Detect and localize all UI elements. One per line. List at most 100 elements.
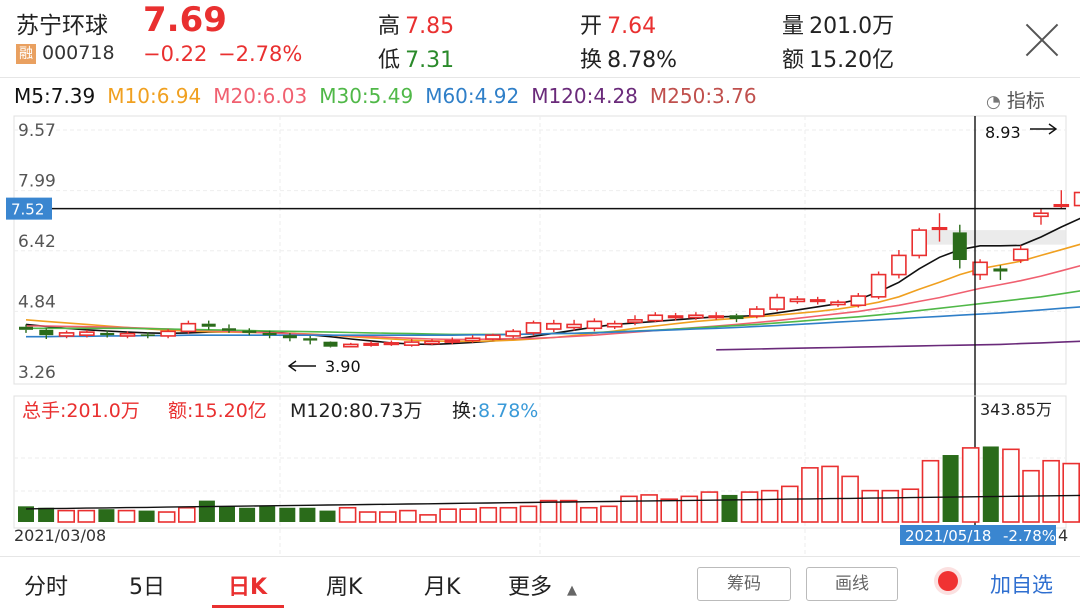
candle-up <box>79 331 95 336</box>
candle-up <box>464 337 481 342</box>
candle-down <box>201 323 216 327</box>
volume-bar-up <box>861 489 880 523</box>
volume-bar-up <box>479 506 498 523</box>
candle-down <box>19 326 33 330</box>
candle-up <box>180 322 197 333</box>
volume-bar-up <box>178 506 196 523</box>
volume-bar-up <box>77 509 96 523</box>
kline-chart[interactable]: 9.57 7.99 6.42 4.84 3.26 7.52 8.93 3.90 总手:201.0… <box>0 0 1080 556</box>
volume-bar-up <box>821 465 839 523</box>
volume-bar-down <box>98 509 115 522</box>
volume-bar-down <box>982 446 999 522</box>
vol-turnover-prefix: 换: <box>452 400 477 422</box>
candle-up <box>545 322 562 330</box>
volume-bar-up <box>700 491 719 523</box>
add-favorite-button[interactable]: 加自选 <box>930 557 1080 609</box>
volume-bar-down <box>279 507 296 522</box>
candle-up <box>403 341 420 346</box>
chip-button[interactable]: 筹码 <box>697 567 791 601</box>
volume-bar-up <box>399 509 417 523</box>
volume-max-label: 343.85万 <box>980 400 1052 419</box>
tab-monthly-k[interactable]: 月K <box>424 569 460 601</box>
crosshair-date-label: 2021/05/18 <box>905 527 991 545</box>
candle-up <box>606 322 623 328</box>
volume-bar-down <box>138 510 155 522</box>
candle-down <box>100 332 115 336</box>
volume-bar-down <box>259 506 276 522</box>
candle-up <box>830 301 846 306</box>
candle-up <box>444 339 461 343</box>
volume-bar-up <box>358 511 377 523</box>
max-price-annotation: 8.93 <box>985 123 1021 142</box>
volume-bar-up <box>57 509 76 523</box>
candle-down <box>993 268 1008 272</box>
volume-bar-up <box>640 494 658 523</box>
candle-up <box>627 319 643 323</box>
candle-down <box>262 332 277 336</box>
volume-bar-down <box>38 507 55 522</box>
candle-up <box>1033 212 1049 218</box>
candle-up <box>424 340 440 345</box>
candle-up <box>769 296 785 310</box>
vol-total-label: 总手:201.0万 <box>22 400 140 422</box>
volume-bar-down <box>942 455 959 522</box>
vol-amount-label: 额:15.20亿 <box>168 400 267 422</box>
candle-up <box>586 320 603 330</box>
ma-line <box>25 217 1080 346</box>
volume-bar-up <box>841 475 859 523</box>
candle-up <box>850 295 867 307</box>
candle-up <box>789 298 806 303</box>
candle-up <box>566 323 582 329</box>
tab-intraday[interactable]: 分时 <box>24 569 68 601</box>
volume-bar-up <box>620 495 638 523</box>
candle-up <box>383 342 400 346</box>
crosshair-pct-label: -2.78% <box>1003 527 1056 545</box>
vol-ma-label: M120:80.73万 <box>290 400 422 422</box>
candle-down <box>140 334 155 336</box>
volume-bar-up <box>459 508 478 523</box>
add-favorite-label: 加自选 <box>990 573 1053 597</box>
candle-up <box>688 314 704 319</box>
candle-down <box>323 341 338 347</box>
volume-bar-up <box>1042 459 1060 523</box>
vol-turnover-value: 8.78% <box>478 400 538 422</box>
tab-5day[interactable]: 5日 <box>129 569 165 601</box>
candle-up <box>870 273 887 298</box>
volume-bar-up <box>378 511 397 523</box>
volume-bar-up <box>801 467 819 523</box>
volume-bar-down <box>319 510 336 522</box>
candle-up <box>748 308 765 317</box>
volume-bar-down <box>299 507 316 522</box>
candle-up <box>647 314 664 322</box>
volume-bar-up <box>1062 462 1080 523</box>
candle-up <box>119 332 136 337</box>
period-tabs: 分时 5日 日K 周K 月K 更多 ▲ 筹码 画线 加自选 <box>0 556 1080 609</box>
volume-bar-up <box>760 489 779 523</box>
candle-up <box>525 322 542 334</box>
volume-bar-up <box>1002 448 1020 523</box>
volume-bar-up <box>921 459 940 523</box>
y-tick-label: 6.42 <box>18 232 56 252</box>
volume-bar-up <box>579 506 598 523</box>
tab-weekly-k[interactable]: 周K <box>326 569 362 601</box>
volume-bar-up <box>660 498 679 523</box>
draw-line-button[interactable]: 画线 <box>806 567 898 601</box>
candle-up <box>931 226 948 231</box>
candle-up <box>342 343 359 348</box>
volume-bar-up <box>901 488 920 523</box>
tab-more[interactable]: 更多 ▲ <box>508 569 577 601</box>
candle-down <box>222 328 236 331</box>
start-date-label: 2021/03/08 <box>14 526 106 545</box>
candle-up <box>505 330 522 337</box>
candle-up <box>58 332 75 337</box>
price-zone-band <box>915 230 1066 245</box>
candle-up <box>708 315 725 319</box>
volume-bar-up <box>600 505 618 523</box>
volume-bar-up <box>499 506 518 523</box>
candle-down <box>282 335 297 339</box>
y-tick-label: 3.26 <box>18 363 56 383</box>
candle-down <box>729 315 744 320</box>
candle-up <box>1073 191 1080 207</box>
tab-daily-k[interactable]: 日K <box>228 569 267 601</box>
volume-bar-up <box>338 506 357 523</box>
